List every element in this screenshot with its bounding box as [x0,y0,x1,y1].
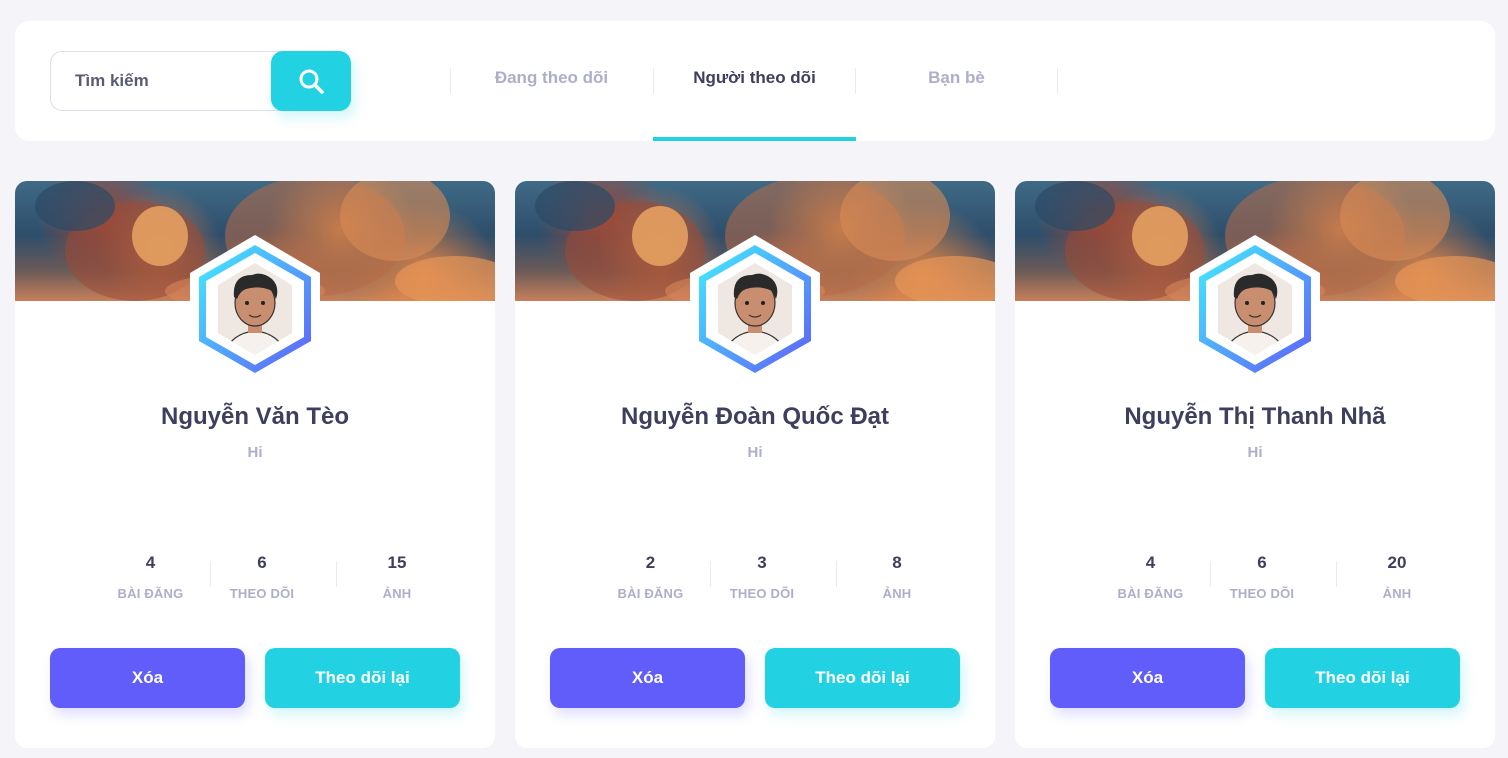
stat-photos: 20 ẢNH [1367,553,1427,601]
stat-value: 3 [757,553,767,572]
stat-following: 6 THEO DÕI [199,553,325,601]
stat-posts: 4 BÀI ĐĂNG [83,553,218,601]
user-stats: 4 BÀI ĐĂNG 6 THEO DÕI 15 ẢNH [105,553,412,603]
user-card: Nguyễn Thị Thanh Nhã Hi 4 BÀI ĐĂNG 6 THE… [1015,181,1495,748]
top-navigation-bar: Đang theo dõi Người theo dõi Bạn bè [15,21,1495,141]
stat-divider [1336,561,1337,587]
user-avatar[interactable] [190,233,320,385]
stat-value: 20 [1387,553,1407,572]
user-name[interactable]: Nguyễn Thị Thanh Nhã [1015,403,1495,431]
follow-back-button[interactable]: Theo dõi lại [765,648,960,708]
user-avatar[interactable] [690,233,820,385]
stat-posts: 4 BÀI ĐĂNG [1083,553,1218,601]
remove-button[interactable]: Xóa [550,648,745,708]
user-bio: Hi [747,444,763,461]
stat-photos: 15 ẢNH [367,553,427,601]
stat-following: 6 THEO DÕI [1199,553,1325,601]
user-card: Nguyễn Văn Tèo Hi 4 BÀI ĐĂNG 6 THEO DÕI … [15,181,495,748]
stat-label: THEO DÕI [729,586,795,601]
search-icon [299,69,324,94]
search-button[interactable] [271,51,351,111]
stat-posts: 2 BÀI ĐĂNG [583,553,718,601]
user-name[interactable]: Nguyễn Văn Tèo [15,403,495,431]
user-stats: 4 BÀI ĐĂNG 6 THEO DÕI 20 ẢNH [1105,553,1412,603]
follow-back-button[interactable]: Theo dõi lại [1265,648,1460,708]
stat-divider [836,561,837,587]
stat-label: THEO DÕI [1229,586,1295,601]
search-box [50,51,351,111]
stat-label: ẢNH [382,586,412,601]
stat-label: THEO DÕI [229,586,295,601]
stat-value: 2 [645,553,656,572]
stat-label: ẢNH [882,586,912,601]
stat-divider [336,561,337,587]
search-input[interactable] [51,52,271,110]
user-bio: Hi [247,444,263,461]
stat-value: 8 [892,553,902,572]
user-avatar[interactable] [1190,233,1320,385]
stat-photos: 8 ẢNH [867,553,927,601]
remove-button[interactable]: Xóa [50,648,245,708]
stat-value: 6 [257,553,267,572]
stat-value: 4 [145,553,156,572]
stat-label: BÀI ĐĂNG [617,586,684,601]
stat-value: 15 [387,553,407,572]
stat-label: BÀI ĐĂNG [1117,586,1184,601]
user-name[interactable]: Nguyễn Đoàn Quốc Đạt [515,403,995,431]
follow-back-button[interactable]: Theo dõi lại [265,648,460,708]
stat-following: 3 THEO DÕI [699,553,825,601]
stat-label: BÀI ĐĂNG [117,586,184,601]
stat-label: ẢNH [1382,586,1412,601]
stat-value: 4 [1145,553,1156,572]
tab-followers[interactable]: Người theo dõi [653,21,856,141]
stat-value: 6 [1257,553,1267,572]
remove-button[interactable]: Xóa [1050,648,1245,708]
tab-friends[interactable]: Bạn bè [855,21,1058,141]
user-bio: Hi [1247,444,1263,461]
user-stats: 2 BÀI ĐĂNG 3 THEO DÕI 8 ẢNH [605,553,912,603]
tab-following[interactable]: Đang theo dõi [450,21,653,141]
tab-divider [1057,68,1058,94]
user-card: Nguyễn Đoàn Quốc Đạt Hi 2 BÀI ĐĂNG 3 THE… [515,181,995,748]
